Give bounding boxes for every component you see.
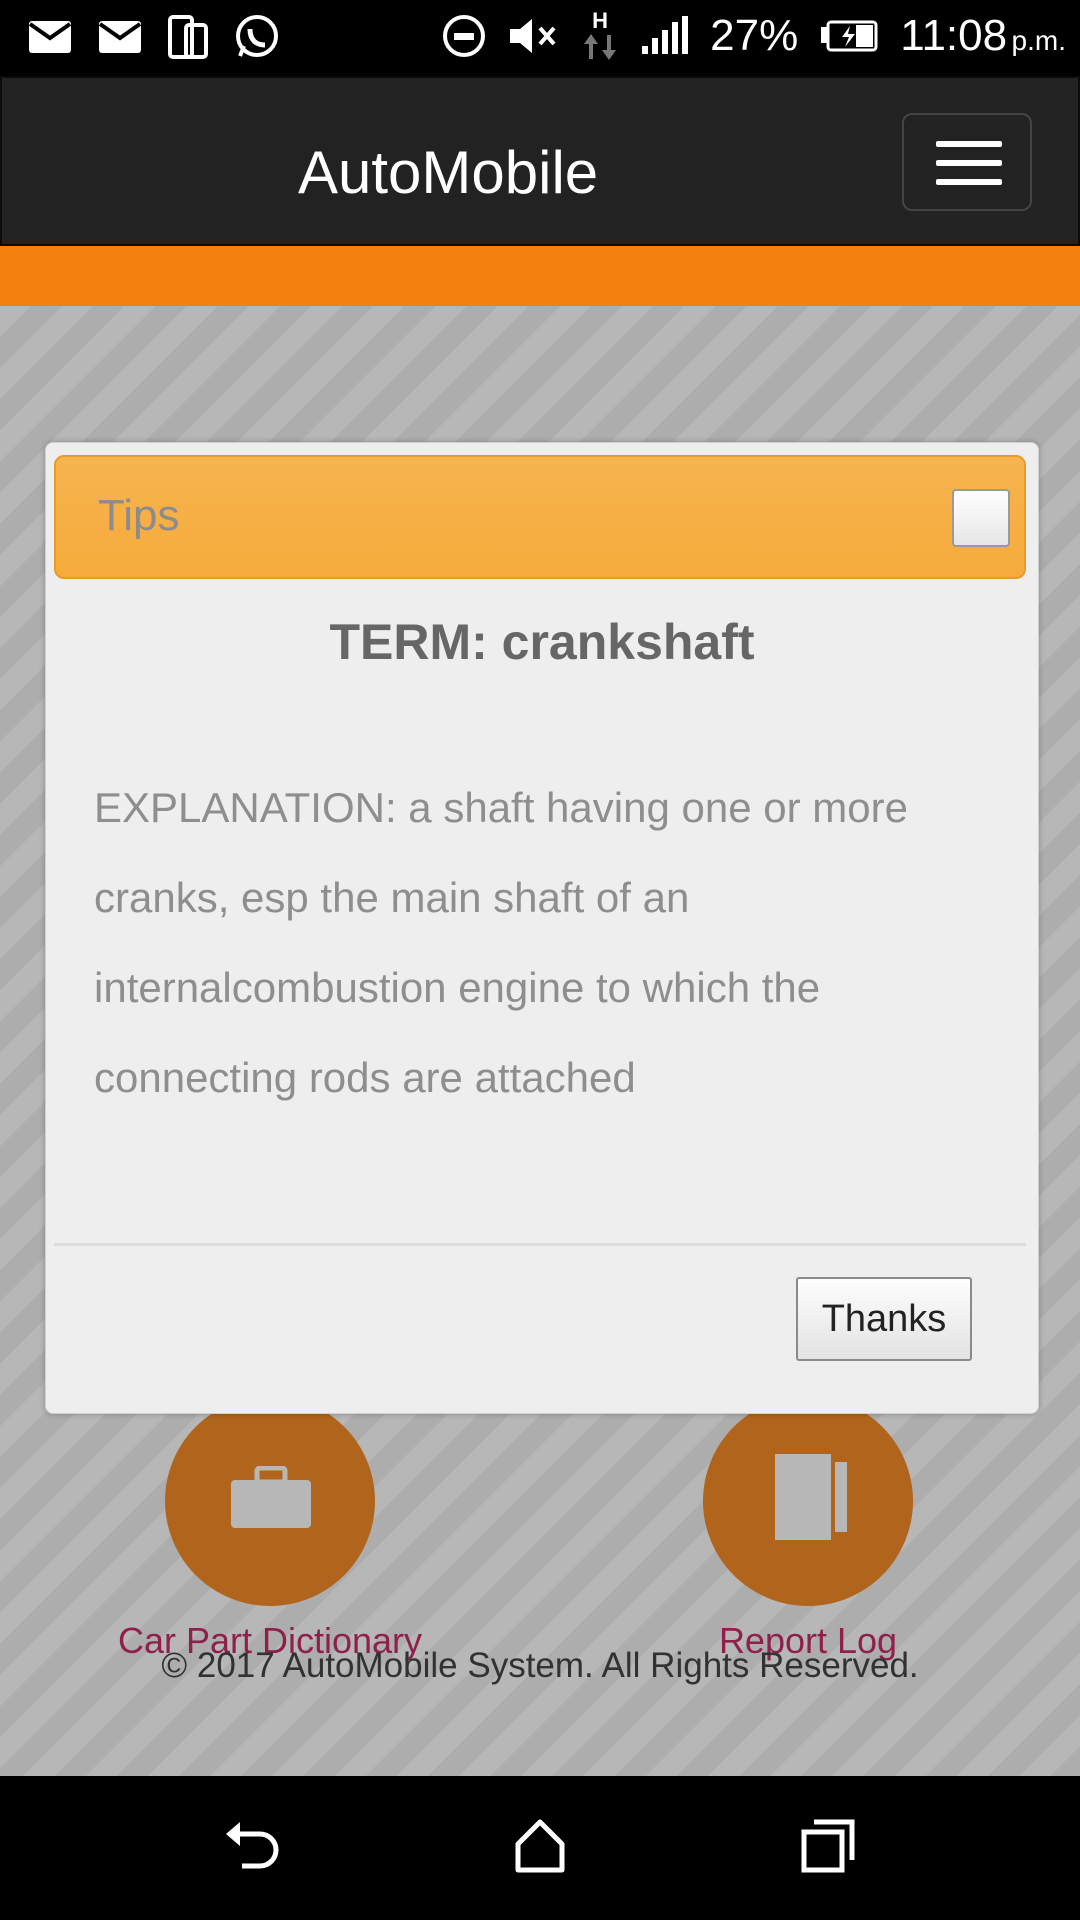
system-icons: H 27% 11:08 p.m. — [442, 8, 1066, 64]
signal-icon — [642, 16, 689, 54]
notification-icons — [28, 14, 280, 60]
whatsapp-icon — [236, 15, 278, 57]
network-data-icon: H — [582, 8, 618, 64]
home-icon[interactable] — [510, 1816, 570, 1876]
accent-bar — [0, 246, 1080, 306]
dialog-divider — [54, 1243, 1026, 1246]
dialog-title: Tips — [98, 491, 180, 540]
dual-sim-icon — [168, 15, 208, 59]
hamburger-icon-line — [936, 179, 1002, 185]
menu-button[interactable] — [902, 113, 1032, 211]
time-text: 11:08 — [900, 11, 1008, 60]
term-heading: TERM: crankshaft — [329, 614, 755, 670]
tips-dialog: Tips TERM: crankshaft EXPLANATION: a sha… — [45, 442, 1039, 1414]
system-nav-bar — [0, 1776, 1080, 1920]
clock: 11:08 p.m. — [900, 11, 1066, 61]
app-header: AutoMobile — [0, 76, 1080, 246]
hamburger-icon — [936, 141, 1002, 147]
status-bar: H 27% 11:08 p.m. — [0, 0, 1080, 76]
mute-icon — [510, 19, 556, 53]
dialog-header: Tips — [54, 455, 1026, 579]
do-not-disturb-icon — [443, 15, 486, 57]
recents-icon[interactable] — [798, 1816, 858, 1876]
battery-percent: 27% — [710, 11, 799, 60]
mail-icon — [98, 21, 142, 53]
thanks-button[interactable]: Thanks — [796, 1277, 972, 1361]
network-type-text: H — [592, 8, 609, 33]
ampm-text: p.m. — [1011, 25, 1066, 56]
term-explanation: EXPLANATION: a shaft having one or more … — [94, 784, 908, 1101]
back-icon[interactable] — [222, 1816, 282, 1876]
battery-charging-icon — [821, 20, 878, 52]
mail-icon — [28, 21, 72, 53]
hamburger-icon-line — [936, 160, 1002, 166]
app-title[interactable]: AutoMobile — [298, 138, 598, 207]
dialog-close-button[interactable] — [952, 489, 1010, 547]
